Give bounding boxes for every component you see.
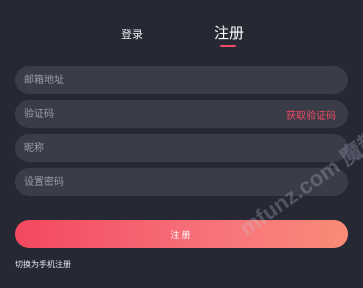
nickname-input[interactable] [24, 134, 348, 162]
email-input[interactable] [24, 66, 348, 94]
tab-login[interactable]: 登录 [121, 26, 143, 42]
password-input[interactable] [24, 168, 348, 196]
switch-to-phone-link[interactable]: 切换为手机注册 [15, 259, 71, 270]
password-field[interactable] [15, 168, 348, 196]
verification-code-field[interactable]: 获取验证码 [15, 100, 348, 128]
nickname-field[interactable] [15, 134, 348, 162]
email-field[interactable] [15, 66, 348, 94]
tab-register[interactable]: 注册 [214, 22, 244, 43]
auth-tabs: 登录 注册 [0, 20, 363, 50]
register-button[interactable]: 注册 [15, 220, 348, 248]
get-code-button[interactable]: 获取验证码 [286, 107, 336, 122]
active-tab-indicator [220, 45, 236, 47]
